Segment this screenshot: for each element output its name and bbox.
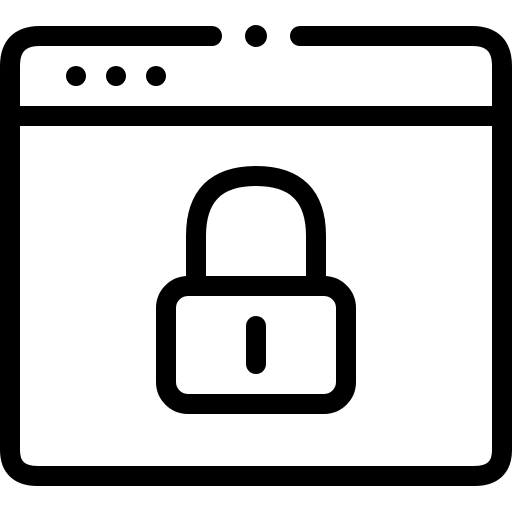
padlock-shackle xyxy=(186,166,326,296)
top-dot-icon xyxy=(245,25,267,47)
window-dot-icon xyxy=(66,66,86,86)
window-dot-icon xyxy=(106,66,126,86)
window-dots xyxy=(66,66,166,86)
icon-canvas xyxy=(0,0,512,512)
secure-browser-window-icon xyxy=(0,25,512,486)
padlock-icon xyxy=(156,166,356,414)
window-dot-icon xyxy=(146,66,166,86)
